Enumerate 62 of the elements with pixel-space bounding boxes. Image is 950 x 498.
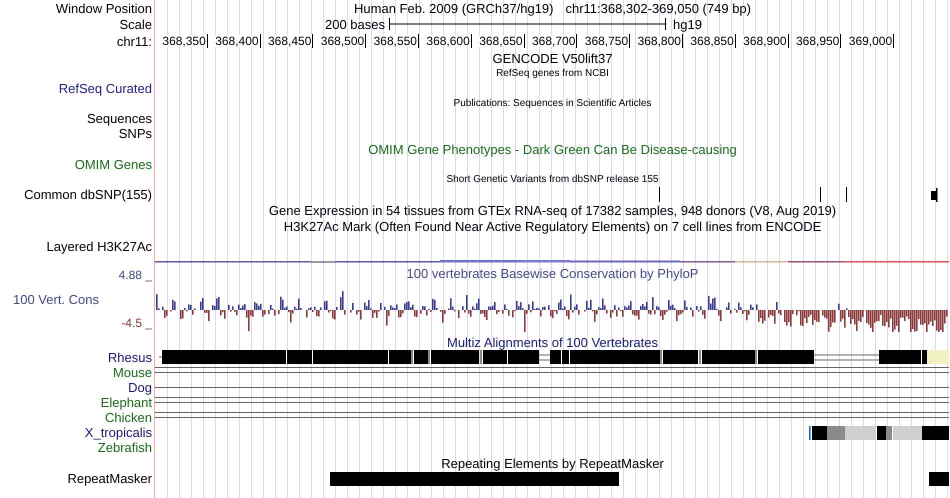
- ruler-tick: [206, 34, 208, 48]
- track-label[interactable]: RepeatMasker: [67, 472, 152, 485]
- ruler-tick: [893, 34, 894, 48]
- track-label[interactable]: Mouse: [112, 366, 152, 379]
- track-title: GENCODE V50lift37: [492, 52, 612, 64]
- track-label[interactable]: Elephant: [100, 396, 152, 409]
- ruler-tick-label: 368,600: [426, 35, 471, 47]
- ruler-tick-label: 368,800: [638, 35, 682, 47]
- ruler-tick: [312, 34, 314, 48]
- ruler-tick: [576, 34, 578, 48]
- chromosome-label: chr11:: [116, 34, 152, 48]
- ruler-tick-label: 368,950: [796, 35, 840, 47]
- scale-text: 200 bases: [325, 18, 385, 30]
- track-title: Repeating Elements by RepeatMasker: [441, 456, 664, 470]
- row-label: Window Position: [56, 2, 152, 14]
- track-label[interactable]: 100 Vert. Cons: [0, 293, 99, 306]
- ruler-tick-label: 368,450: [268, 35, 312, 47]
- row-label: Scale: [119, 18, 152, 30]
- track-title: H3K27Ac Mark (Often Found Near Active Regulatory Elements) on 7 cell lines from ENCODE: [284, 220, 822, 232]
- ruler-tick-label: 369,000: [848, 35, 894, 47]
- track-title: Gene Expression in 54 tissues from GTEx RNA-seq of 17382 samples, 948 donors (V8, Aug 2019): [268, 204, 836, 216]
- ruler-tick: [682, 34, 683, 48]
- axis-max-label: 4.88 _: [118, 269, 152, 281]
- track-label[interactable]: Zebrafish: [98, 441, 152, 454]
- ruler-tick: [418, 34, 419, 48]
- ruler-tick: [840, 34, 842, 48]
- ruler-tick-label: 368,700: [532, 35, 576, 47]
- ruler-tick: [365, 34, 366, 48]
- axis-min-label: -4.5 _: [121, 317, 152, 329]
- ruler-tick: [470, 34, 472, 48]
- scale-assembly: hg19: [673, 18, 702, 30]
- ruler-tick-label: 368,900: [743, 35, 788, 47]
- track-label[interactable]: X_tropicalis: [84, 426, 152, 439]
- ruler-tick: [734, 34, 736, 48]
- track-title: Multiz Alignments of 100 Vertebrates: [446, 336, 658, 348]
- track-label[interactable]: RefSeq Curated: [58, 82, 152, 95]
- ruler-tick: [629, 34, 630, 48]
- ruler-tick-label: 368,750: [584, 35, 630, 47]
- track-label[interactable]: OMIM Genes: [74, 158, 152, 171]
- track-caption: Publications: Sequences in Scientific Articles: [454, 98, 652, 108]
- ruler-tick-label: 368,650: [479, 35, 524, 47]
- track-label[interactable]: SNPs: [118, 127, 152, 140]
- track-label[interactable]: Dog: [128, 381, 152, 394]
- ruler-tick: [788, 34, 789, 48]
- track-label[interactable]: Rhesus: [108, 351, 152, 364]
- track-title: 100 vertebrates Basewise Conservation by PhyloP: [406, 267, 698, 280]
- track-label[interactable]: Layered H3K27Ac: [46, 239, 152, 254]
- position-text: chr11:368,302-369,050 (749 bp): [565, 2, 751, 14]
- track-caption: Short Genetic Variants from dbSNP release 155: [446, 174, 658, 184]
- ruler-tick-label: 368,850: [690, 35, 735, 47]
- ruler-tick-label: 368,400: [215, 35, 260, 47]
- ruler-tick-label: 368,350: [162, 35, 207, 47]
- track-caption: RefSeq genes from NCBI: [496, 68, 609, 78]
- ruler-tick-label: 368,500: [320, 35, 366, 47]
- ruler-tick-label: 368,550: [374, 35, 418, 47]
- assembly-text: Human Feb. 2009 (GRCh37/hg19): [354, 2, 554, 14]
- ruler-tick: [524, 34, 525, 48]
- track-label[interactable]: Sequences: [86, 112, 152, 125]
- track-label[interactable]: Common dbSNP(155): [24, 188, 152, 201]
- track-label[interactable]: Chicken: [105, 411, 152, 424]
- ruler-tick: [260, 34, 261, 48]
- track-title: OMIM Gene Phenotypes - Dark Green Can Be Disease-causing: [368, 142, 737, 156]
